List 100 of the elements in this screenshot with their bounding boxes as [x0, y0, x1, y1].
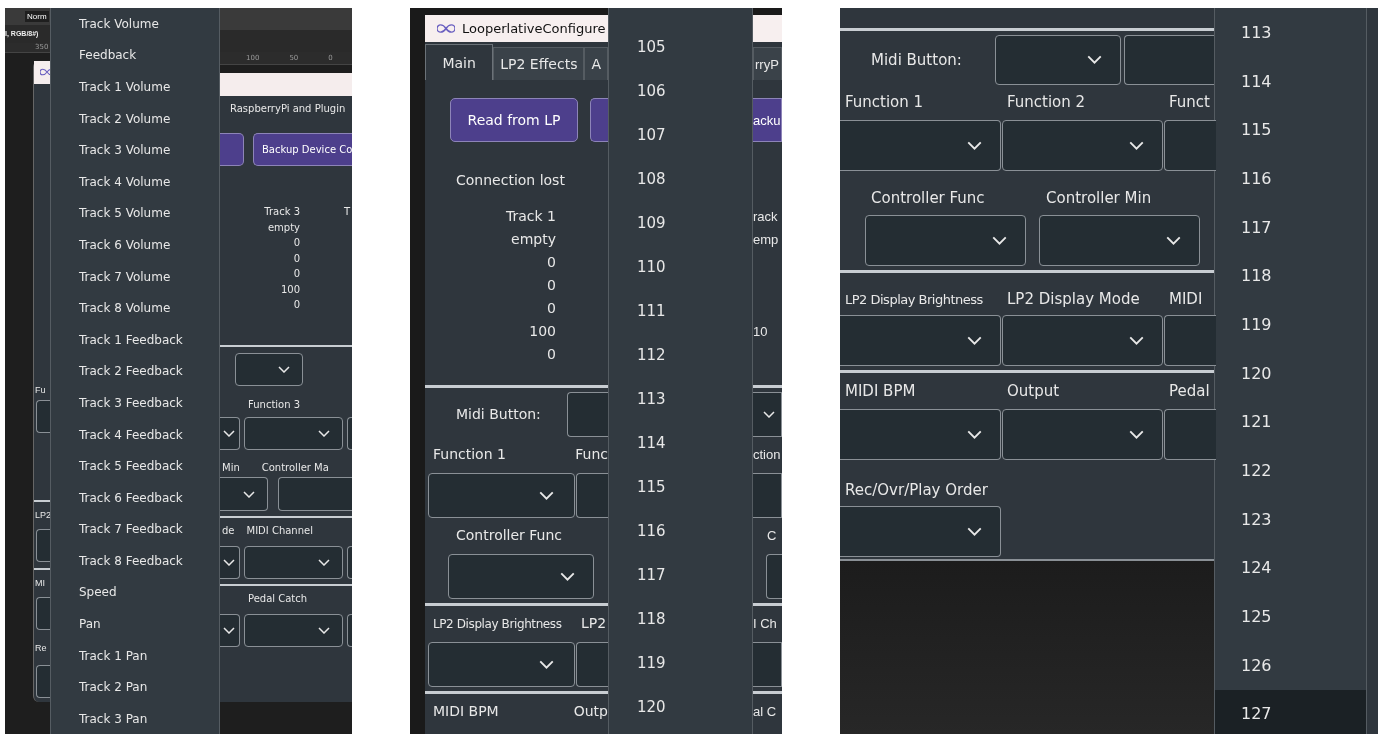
field-label: de	[221, 525, 235, 537]
menu-item[interactable]: Track 1 Pan	[51, 639, 219, 672]
menu-item[interactable]: 115	[609, 465, 752, 509]
read-button[interactable]: Read from LP	[450, 98, 578, 142]
menu-item[interactable]: 122	[1215, 446, 1366, 495]
connection-status: Connection lost	[456, 170, 565, 190]
menu-item[interactable]: 126	[1215, 640, 1366, 690]
menu-item[interactable]: Feedback	[51, 39, 219, 72]
menu-item[interactable]: Track 3 Volume	[51, 134, 219, 166]
track-value: 0	[547, 299, 556, 318]
field-label: LP2	[34, 510, 51, 520]
menu-item[interactable]: 121	[1215, 397, 1366, 447]
field-label: Controller Func	[456, 526, 563, 545]
menu-item[interactable]: Track 5 Feedback	[51, 450, 219, 482]
menu-item[interactable]: Speed	[51, 576, 219, 609]
menu-item[interactable]: 119	[609, 641, 752, 685]
field-label: ction	[753, 446, 781, 464]
menu-item[interactable]: 118	[609, 597, 752, 641]
field-label: LP2 Display Brightness	[432, 616, 563, 631]
menu-item[interactable]: Track 2 Pan	[51, 671, 219, 704]
menu-item[interactable]: 123	[1215, 494, 1366, 544]
field-label: C	[766, 527, 777, 545]
field-label: Function 1	[432, 445, 507, 464]
track-state: empty	[511, 230, 556, 249]
track-name: Track 3	[264, 206, 300, 219]
track-state: emp	[753, 231, 779, 249]
track-name: T	[344, 206, 351, 219]
menu-item[interactable]: Track 7 Feedback	[51, 513, 219, 546]
field-label: MIDI BPM	[844, 382, 917, 400]
menu-item[interactable]: Track 2 Feedback	[51, 355, 219, 388]
menu-item[interactable]: Track 4 Feedback	[51, 418, 219, 451]
menu-item[interactable]: Track 1 Volume	[51, 71, 219, 103]
field-label: Controller Min	[1046, 189, 1152, 207]
menu-item[interactable]: Track 2 Volume	[51, 102, 219, 135]
menu-item[interactable]: 112	[609, 333, 752, 377]
field-label: Outp	[573, 702, 608, 721]
menu-item[interactable]: 114	[609, 421, 752, 465]
menu-item[interactable]: 114	[1215, 56, 1366, 106]
menu-item[interactable]: Track Volume	[51, 8, 219, 40]
tab[interactable]: A	[584, 47, 608, 80]
menu-item[interactable]: 108	[609, 157, 752, 201]
menu-item[interactable]: 113	[609, 377, 752, 421]
field-label: Funct	[1168, 93, 1211, 111]
tab[interactable]: RaspberryPi and Plugin	[230, 103, 346, 114]
backup-button[interactable]: Backup Device Co	[253, 133, 352, 166]
menu-item[interactable]: 119	[1215, 300, 1366, 349]
mode-field[interactable]: Norm	[25, 11, 49, 23]
menu-item[interactable]: 125	[1215, 592, 1366, 641]
menu-item[interactable]: 116	[1215, 154, 1366, 203]
tab[interactable]: LP2 Effects	[493, 47, 585, 80]
field-label: Fu	[34, 385, 46, 395]
track-value: 100	[280, 283, 300, 297]
field-label: Function 2	[1006, 93, 1087, 111]
menu-item[interactable]: Track 6 Volume	[51, 229, 219, 261]
menu-item[interactable]: Track 3 Pan	[51, 703, 219, 734]
menu-item[interactable]: 109	[609, 201, 752, 245]
field-label: LP2 Display Brightness	[844, 291, 984, 307]
menu-item[interactable]: Track 3 Feedback	[51, 387, 219, 419]
menu-item[interactable]: Track 1 Feedback	[51, 323, 219, 356]
field-label: Pedal Catch	[247, 593, 308, 605]
menu-item[interactable]: 127	[1215, 689, 1366, 734]
field-label: LP2 Display Mode	[1006, 290, 1141, 308]
menu-item[interactable]: 118	[1215, 251, 1366, 301]
menu-item[interactable]: 111	[609, 289, 752, 333]
track-value: 0	[547, 253, 556, 272]
menu-item[interactable]: 120	[1215, 348, 1366, 398]
track-value: 100	[529, 322, 556, 341]
menu-item[interactable]: Pan	[51, 608, 219, 640]
track-name: rack	[753, 208, 778, 226]
field-label: Rec/Ovr/Play Order	[844, 481, 988, 499]
menu-item[interactable]: 124	[1215, 543, 1366, 593]
field-label: Midi Button:	[455, 405, 542, 424]
menu-item[interactable]: Track 8 Volume	[51, 292, 219, 324]
menu-item[interactable]: 107	[609, 113, 752, 157]
menu-item[interactable]: Track 8 Feedback	[51, 545, 219, 577]
field-label: MIDI	[1168, 290, 1204, 308]
menu-item[interactable]: 117	[1215, 202, 1366, 252]
menu-item[interactable]: 117	[609, 553, 752, 597]
track-name: Track 1	[506, 207, 556, 226]
menu-item[interactable]: Track 7 Volume	[51, 260, 219, 293]
tab[interactable]: rryP	[753, 47, 782, 80]
track-value: 0	[293, 299, 300, 312]
field-label: Controller Ma	[260, 462, 329, 474]
menu-item[interactable]: 106	[609, 69, 752, 113]
track-value: 0	[547, 276, 556, 295]
field-label: Func	[575, 445, 608, 464]
menu-item[interactable]: 116	[609, 509, 752, 553]
tab[interactable]: Main	[425, 44, 494, 80]
menu-item[interactable]: 115	[1215, 105, 1366, 155]
backup-button[interactable]: acku	[753, 98, 782, 142]
menu-item[interactable]: 105	[609, 25, 752, 69]
field-label: MIDI BPM	[432, 702, 500, 721]
track-value: 10	[753, 323, 768, 341]
menu-item[interactable]: Track 5 Volume	[51, 197, 219, 230]
menu-item[interactable]: 113	[1215, 8, 1366, 57]
field-label: Controller Func	[870, 189, 986, 207]
menu-item[interactable]: 110	[609, 245, 752, 289]
menu-item[interactable]: Track 4 Volume	[51, 165, 219, 198]
menu-item[interactable]: 120	[609, 685, 752, 729]
menu-item[interactable]: Track 6 Feedback	[51, 481, 219, 514]
